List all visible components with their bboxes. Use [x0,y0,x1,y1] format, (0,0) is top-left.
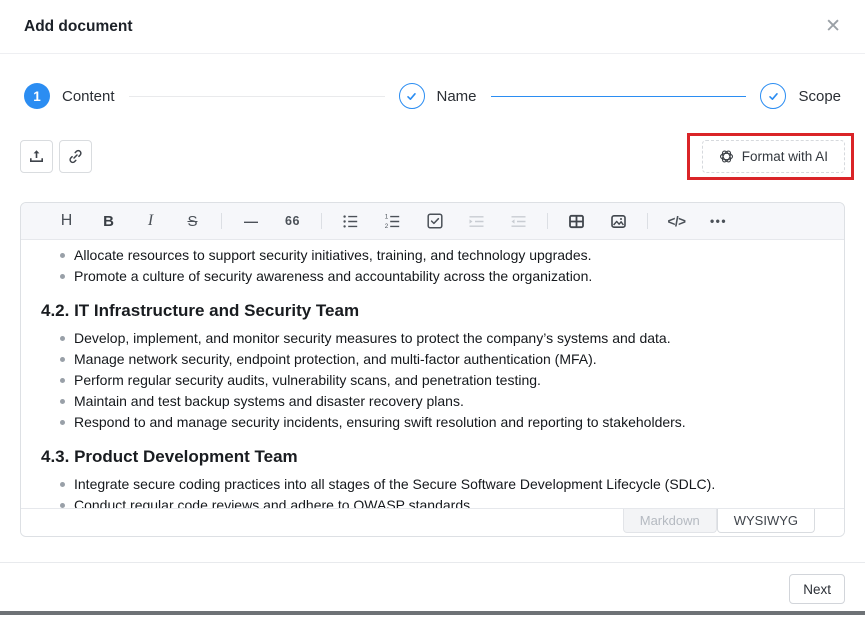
document-editor: H B I S — 66 1 2 [20,202,845,537]
task-list-button[interactable] [421,208,448,234]
horizontal-rule-button[interactable]: — [237,208,264,234]
dialog-title: Add document [24,18,133,36]
upload-button[interactable] [20,140,53,173]
editor-toolbar: H B I S — 66 1 2 [21,203,844,240]
content-heading: 4.3. Product Development Team [41,447,824,467]
indent-button[interactable] [463,208,490,234]
bullet-list-button[interactable] [337,208,364,234]
content-actions: Format with AI [20,140,845,173]
svg-text:1: 1 [385,213,389,220]
outdent-button[interactable] [505,208,532,234]
window-bottom-edge [0,611,865,615]
step-label: Scope [798,88,841,105]
ai-knot-icon [719,149,734,164]
italic-button[interactable]: I [137,208,164,234]
heading-button[interactable]: H [53,208,80,234]
step-wizard: 1 Content Name Scope [24,83,841,109]
content-bullet-list: Allocate resources to support security i… [41,245,824,287]
format-with-ai-label: Format with AI [742,149,828,164]
bold-button[interactable]: B [95,208,122,234]
content-bullet-item: Promote a culture of security awareness … [74,266,824,287]
toolbar-divider [547,213,548,229]
next-button[interactable]: Next [789,574,845,604]
step-label: Name [437,88,477,105]
content-bullet-item: Conduct regular code reviews and adhere … [74,495,824,508]
step-scope[interactable]: Scope [760,83,841,109]
step-number-badge: 1 [24,83,50,109]
content-bullet-item: Develop, implement, and monitor security… [74,328,824,349]
content-bullet-list: Develop, implement, and monitor security… [41,328,824,433]
close-icon[interactable]: ✕ [825,17,841,36]
dialog-header: Add document ✕ [0,0,865,54]
tab-markdown[interactable]: Markdown [623,509,717,533]
dialog-footer: Next [0,562,865,604]
upload-icon [28,148,45,165]
step-label: Content [62,88,115,105]
editor-mode-bar: Markdown WYSIWYG [21,508,844,536]
link-icon [67,148,84,165]
ordered-list-button[interactable]: 1 2 [379,208,406,234]
step-connector [491,96,747,97]
toolbar-divider [647,213,648,229]
content-bullet-item: Integrate secure coding practices into a… [74,474,824,495]
toolbar-divider [321,213,322,229]
strikethrough-button[interactable]: S [179,208,206,234]
toolbar-divider [221,213,222,229]
content-bullet-item: Respond to and manage security incidents… [74,412,824,433]
svg-text:2: 2 [385,223,389,230]
format-with-ai-button[interactable]: Format with AI [702,140,845,173]
content-bullet-list: Integrate secure coding practices into a… [41,474,824,508]
check-circle-icon [760,83,786,109]
step-content[interactable]: 1 Content [24,83,115,109]
link-button[interactable] [59,140,92,173]
editor-content[interactable]: Allocate resources to support security i… [21,240,844,508]
more-options-button[interactable]: ••• [705,208,732,234]
blockquote-button[interactable]: 66 [279,208,306,234]
step-connector [129,96,385,97]
content-bullet-item: Allocate resources to support security i… [74,245,824,266]
content-heading: 4.2. IT Infrastructure and Security Team [41,301,824,321]
image-button[interactable] [605,208,632,234]
content-bullet-item: Perform regular security audits, vulnera… [74,370,824,391]
tab-wysiwyg[interactable]: WYSIWYG [717,509,815,533]
table-button[interactable] [563,208,590,234]
content-bullet-item: Maintain and test backup systems and dis… [74,391,824,412]
step-name[interactable]: Name [399,83,477,109]
content-bullet-item: Manage network security, endpoint protec… [74,349,824,370]
code-button[interactable]: </> [663,208,690,234]
format-ai-wrapper: Format with AI [702,140,845,173]
check-circle-icon [399,83,425,109]
